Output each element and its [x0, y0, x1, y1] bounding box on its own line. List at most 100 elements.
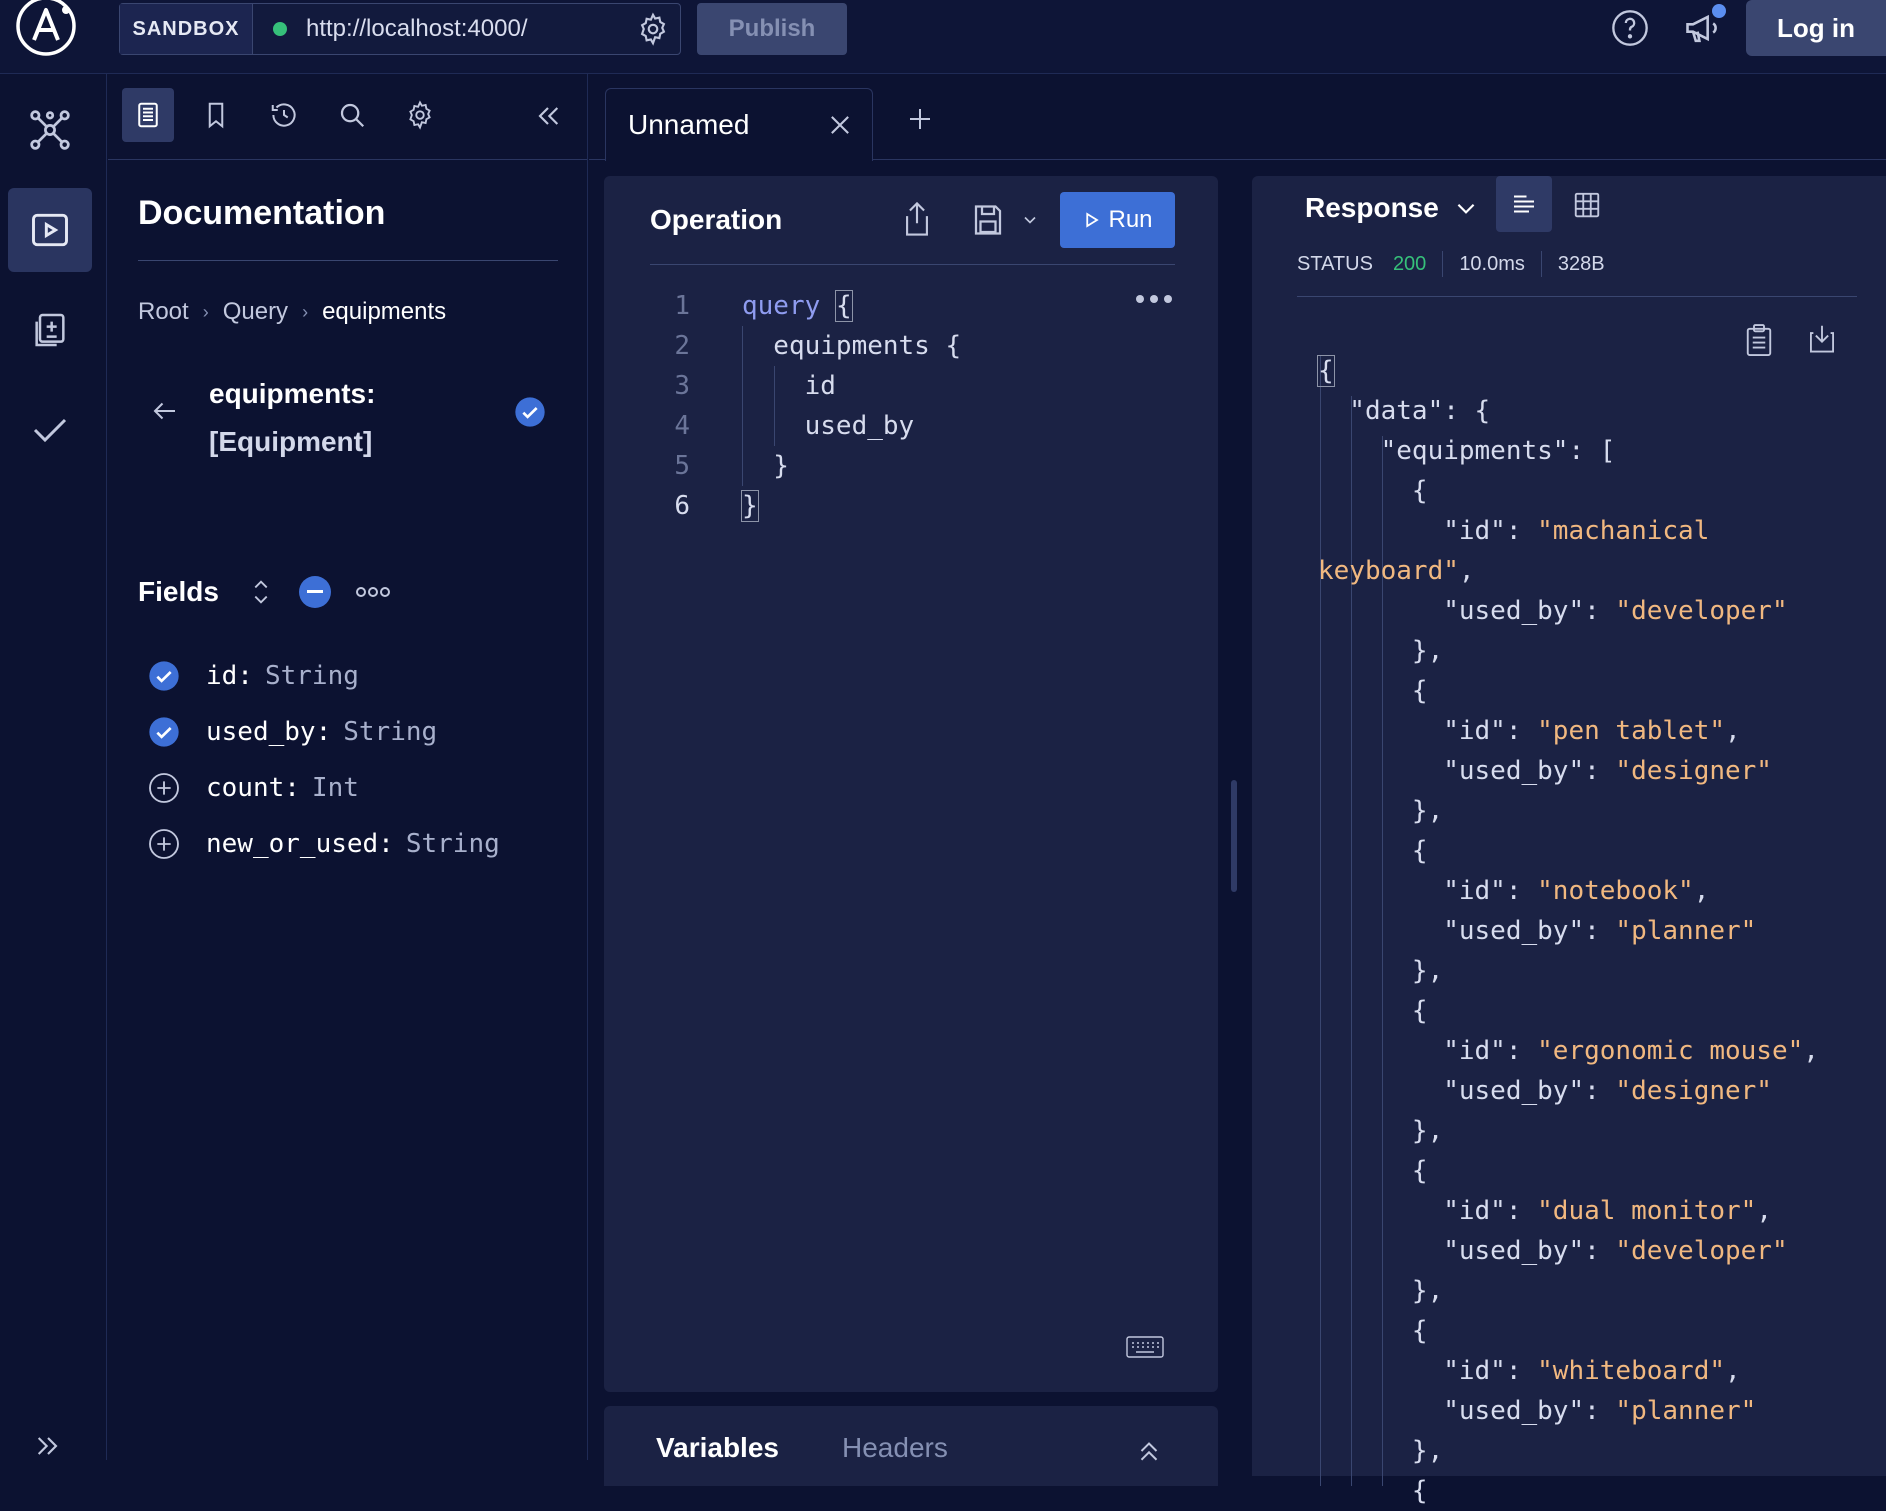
save-icon[interactable]	[970, 202, 1006, 238]
indent-guide	[774, 366, 775, 446]
rail-item-changelog[interactable]	[8, 288, 92, 372]
close-icon[interactable]	[826, 111, 854, 139]
endpoint-url-input[interactable]: http://localhost:4000/	[306, 15, 636, 43]
checks-icon	[33, 418, 67, 443]
response-dropdown[interactable]: Response	[1305, 192, 1479, 224]
line-number: 6	[674, 491, 690, 521]
tab-label: Unnamed	[628, 109, 750, 140]
json-string: "designer"	[1615, 756, 1772, 786]
docs-toolbar	[108, 74, 587, 160]
editor-more-icon[interactable]	[1134, 292, 1174, 306]
field-type[interactable]: String	[265, 661, 359, 691]
add-circle-icon[interactable]	[148, 772, 180, 804]
json-view-toggle[interactable]	[1496, 176, 1552, 232]
keyboard-shortcuts-icon[interactable]	[1126, 1336, 1164, 1358]
operation-editor[interactable]: 1 query { 2 equipments { 3 id 4 used_by …	[644, 286, 961, 526]
table-view-icon[interactable]	[1572, 190, 1602, 220]
apollo-logo-icon[interactable]	[14, 0, 78, 60]
fields-label: Fields	[138, 576, 219, 607]
divider	[1540, 251, 1542, 277]
breadcrumb-query[interactable]: Query	[223, 298, 288, 326]
tab-unnamed[interactable]: Unnamed	[605, 88, 873, 161]
sort-icon[interactable]	[247, 576, 275, 608]
response-json[interactable]: { "data": { "equipments": [ { "id": "mac…	[1317, 311, 1819, 1511]
field-type[interactable]: String	[343, 717, 437, 747]
breadcrumb-current: equipments	[322, 298, 447, 325]
field-name: equipments:	[209, 378, 376, 409]
tab-collections[interactable]	[190, 88, 242, 142]
response-time: 10.0ms	[1459, 252, 1525, 275]
login-button[interactable]: Log in	[1746, 0, 1886, 56]
json-string: "developer"	[1615, 596, 1788, 626]
divider	[1442, 251, 1444, 277]
schema-diff-icon	[35, 313, 65, 347]
publish-button[interactable]: Publish	[697, 3, 847, 55]
graph-icon	[30, 110, 70, 150]
tab-history[interactable]	[258, 88, 310, 142]
line-number: 3	[674, 371, 690, 401]
checked-circle-icon[interactable]	[148, 660, 180, 692]
rail-item-schema[interactable]	[8, 88, 92, 172]
json-string: "dual monitor"	[1537, 1196, 1757, 1226]
field-selected-check-icon[interactable]	[514, 396, 546, 428]
response-size: 328B	[1557, 252, 1605, 275]
code-text: }	[742, 451, 789, 481]
line-number: 4	[674, 411, 690, 441]
code-text: used_by	[742, 411, 915, 441]
add-tab-plus-icon[interactable]	[905, 104, 935, 134]
bookmark-icon	[208, 102, 224, 129]
run-label: Run	[1108, 206, 1153, 233]
tab-headers[interactable]: Headers	[842, 1432, 948, 1464]
docs-title: Documentation	[138, 194, 386, 232]
help-icon[interactable]	[1610, 8, 1650, 48]
breadcrumb-root[interactable]: Root	[138, 298, 189, 326]
rail-item-explorer[interactable]	[8, 188, 92, 272]
operation-title: Operation	[650, 204, 783, 235]
field-type[interactable]: Int	[312, 773, 359, 803]
top-bar: SANDBOX http://localhost:4000/ Publish L…	[0, 0, 1886, 74]
field-title: equipments: [Equipment]	[209, 370, 375, 466]
checked-circle-icon[interactable]	[148, 716, 180, 748]
field-name: new_or_used:	[206, 829, 394, 859]
json-string: "whiteboard"	[1537, 1356, 1725, 1386]
code-line: 1 query {	[644, 286, 961, 326]
field-list: id: String used_by: String count: Int ne…	[148, 648, 500, 872]
field-item-new-or-used[interactable]: new_or_used: String	[148, 816, 500, 872]
field-name: count:	[206, 773, 300, 803]
add-circle-icon[interactable]	[148, 828, 180, 860]
gear-icon	[409, 100, 431, 130]
chevron-down-icon[interactable]	[1020, 210, 1040, 230]
field-item-used-by[interactable]: used_by: String	[148, 704, 500, 760]
line-number: 1	[674, 291, 690, 321]
indent-guide	[742, 326, 743, 486]
code-keyword: query	[742, 291, 821, 321]
collapse-panel-icon[interactable]	[532, 100, 564, 132]
connection-settings-gear-icon[interactable]	[636, 12, 670, 46]
tab-search[interactable]	[326, 88, 378, 142]
back-arrow-icon[interactable]	[150, 396, 180, 426]
more-options-icon[interactable]	[355, 584, 391, 600]
tab-documentation[interactable]	[122, 88, 174, 142]
deselect-all-minus-icon[interactable]	[298, 576, 331, 608]
divider	[138, 260, 558, 261]
field-type[interactable]: String	[406, 829, 500, 859]
field-item-id[interactable]: id: String	[148, 648, 500, 704]
sandbox-label: SANDBOX	[120, 4, 253, 54]
json-string: "designer"	[1615, 1076, 1772, 1106]
response-panel: Response STATUS 200 10.0ms 328B { "data"…	[1252, 176, 1886, 1506]
expand-rail-icon[interactable]	[32, 1430, 64, 1462]
tab-settings[interactable]	[394, 88, 446, 142]
rail-item-checks[interactable]	[8, 388, 92, 472]
tab-variables[interactable]: Variables	[656, 1432, 779, 1464]
explorer-play-icon	[32, 213, 68, 247]
panel-resize-handle[interactable]	[1231, 780, 1237, 892]
fields-header: Fields	[138, 576, 391, 608]
field-type[interactable]: [Equipment]	[209, 418, 375, 466]
field-item-count[interactable]: count: Int	[148, 760, 500, 816]
documentation-panel: Documentation Root › Query › equipments …	[108, 74, 588, 1460]
share-icon[interactable]	[900, 200, 934, 238]
response-status: STATUS 200 10.0ms 328B	[1297, 250, 1605, 278]
run-button[interactable]: Run	[1060, 192, 1175, 248]
expand-chevron-up-icon[interactable]	[1134, 1436, 1164, 1466]
play-icon	[1086, 212, 1100, 228]
